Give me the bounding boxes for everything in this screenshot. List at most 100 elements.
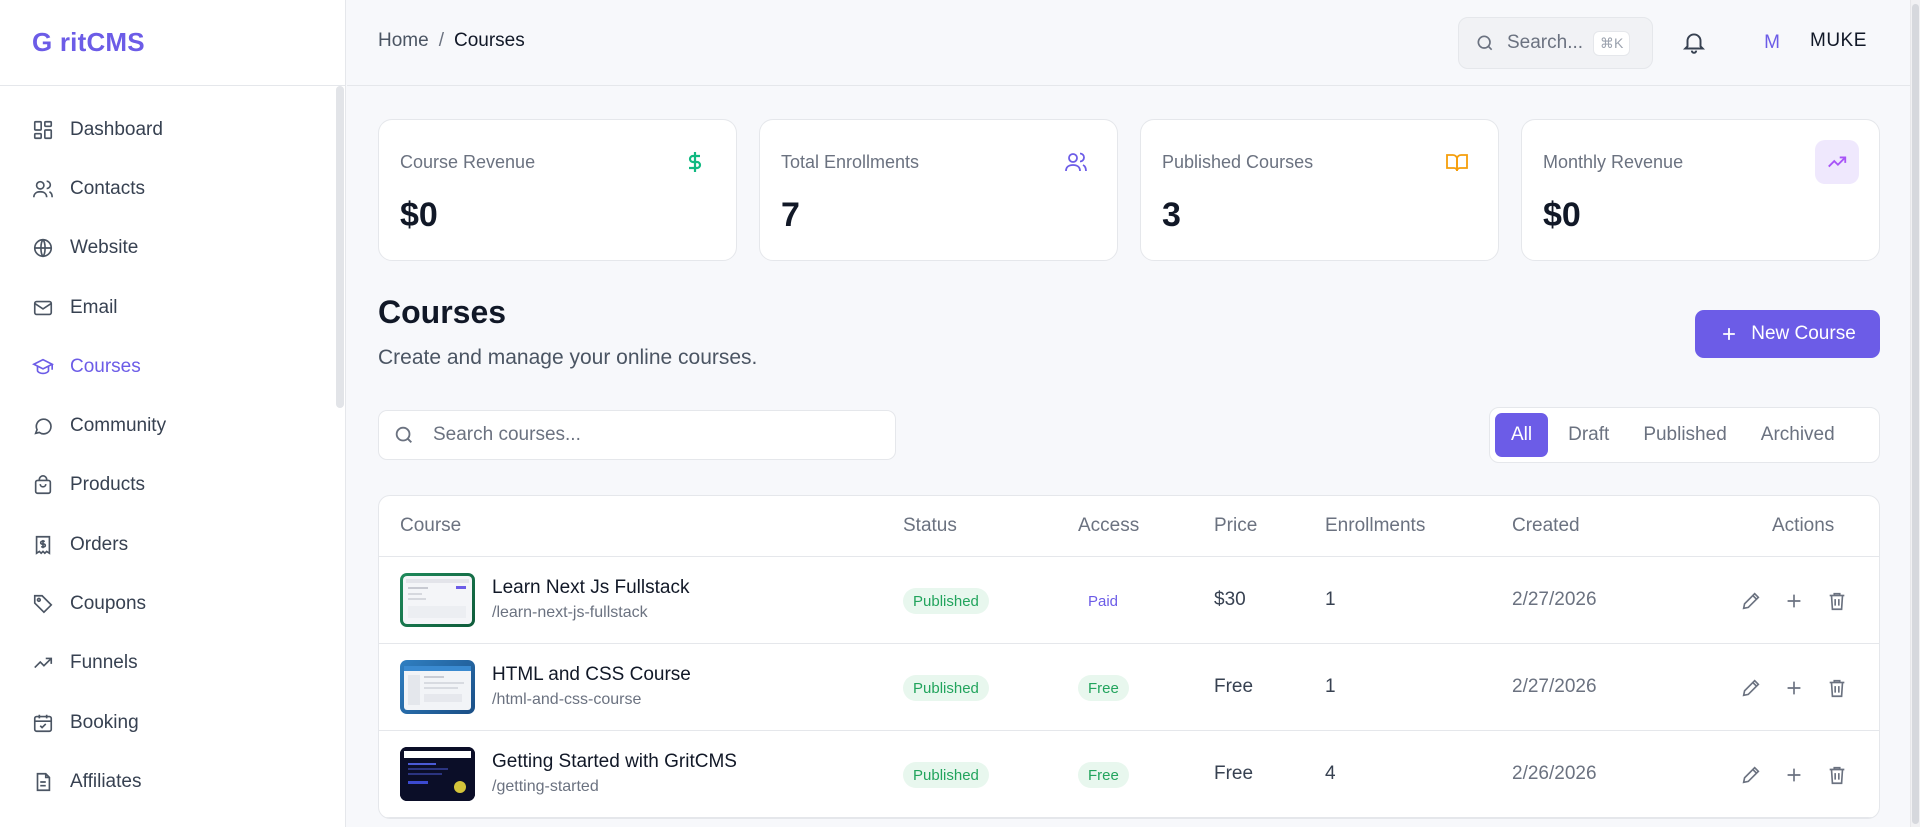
course-name[interactable]: HTML and CSS Course: [492, 664, 691, 686]
page-title: Courses: [378, 294, 507, 330]
users-icon: [1064, 150, 1088, 174]
sidebar-item-label: Community: [70, 415, 167, 437]
sidebar-item-community[interactable]: Community: [0, 396, 345, 455]
sidebar-item-email[interactable]: Email: [0, 278, 345, 337]
table-row[interactable]: Getting Started with GritCMS /getting-st…: [379, 731, 1879, 818]
stat-label: Monthly Revenue: [1543, 152, 1684, 172]
page-scrollbar[interactable]: [1910, 0, 1920, 827]
add-icon[interactable]: [1783, 677, 1805, 699]
course-price: $30: [1214, 589, 1246, 610]
brand-logo[interactable]: G ritCMS: [0, 0, 345, 86]
edit-icon[interactable]: [1740, 764, 1762, 786]
access-badge: Paid: [1078, 588, 1129, 614]
course-thumbnail: [400, 660, 475, 714]
stat-card-course-revenue: Course Revenue $0: [378, 119, 737, 261]
column-status: Status: [903, 515, 957, 536]
sidebar-item-label: Website: [70, 237, 139, 259]
users-icon: [32, 178, 54, 200]
course-search-placeholder: Search courses...: [433, 424, 581, 445]
tab-all[interactable]: All: [1495, 413, 1549, 457]
column-enrollments: Enrollments: [1325, 515, 1426, 536]
notifications-button[interactable]: [1681, 29, 1707, 55]
page-subtitle: Create and manage your online courses.: [378, 346, 758, 369]
document-icon: [32, 771, 54, 793]
sidebar-item-website[interactable]: Website: [0, 219, 345, 278]
course-thumbnail: [400, 747, 475, 801]
status-badge: Published: [903, 588, 989, 614]
search-icon: [1475, 33, 1495, 53]
stat-label: Published Courses: [1162, 152, 1314, 172]
sidebar-item-products[interactable]: Products: [0, 456, 345, 515]
shortcut-badge: ⌘K: [1593, 30, 1631, 56]
course-price: Free: [1214, 676, 1254, 697]
access-badge: Free: [1078, 675, 1129, 701]
course-created: 2/27/2026: [1512, 676, 1597, 697]
dashboard-icon: [32, 119, 54, 141]
sidebar-item-label: Orders: [70, 533, 129, 555]
status-filter-tabs: All Draft Published Archived: [1489, 407, 1880, 463]
stat-card-published-courses: Published Courses 3: [1140, 119, 1499, 261]
trash-icon[interactable]: [1826, 590, 1848, 612]
bell-icon: [1681, 29, 1707, 55]
globe-icon: [32, 237, 54, 259]
breadcrumb-home[interactable]: Home: [378, 30, 429, 52]
page-scrollbar-thumb[interactable]: [1912, 4, 1919, 824]
stat-label: Total Enrollments: [781, 152, 920, 172]
sidebar-scrollbar[interactable]: [336, 86, 344, 408]
course-slug: /getting-started: [492, 778, 599, 795]
table-row[interactable]: Learn Next Js Fullstack /learn-next-js-f…: [379, 557, 1879, 644]
course-search-input[interactable]: Search courses...: [378, 410, 896, 460]
add-icon[interactable]: [1783, 590, 1805, 612]
course-enrollments: 4: [1325, 763, 1336, 784]
search-icon: [393, 424, 415, 446]
sidebar-item-dashboard[interactable]: Dashboard: [0, 100, 345, 159]
trash-icon[interactable]: [1826, 677, 1848, 699]
trash-icon[interactable]: [1826, 764, 1848, 786]
stat-value: $0: [400, 196, 438, 234]
sidebar-item-orders[interactable]: Orders: [0, 515, 345, 574]
course-slug: /html-and-css-course: [492, 691, 642, 708]
edit-icon[interactable]: [1740, 590, 1762, 612]
sidebar-item-contacts[interactable]: Contacts: [0, 159, 345, 218]
new-course-label: New Course: [1751, 323, 1856, 344]
sidebar-item-courses[interactable]: Courses: [0, 337, 345, 396]
table-header: Course Status Access Price Enrollments C…: [379, 496, 1879, 557]
sidebar-item-affiliates[interactable]: Affiliates: [0, 752, 345, 811]
course-enrollments: 1: [1325, 589, 1336, 610]
sidebar-item-coupons[interactable]: Coupons: [0, 574, 345, 633]
new-course-button[interactable]: New Course: [1695, 310, 1880, 358]
add-icon[interactable]: [1783, 764, 1805, 786]
stat-label: Course Revenue: [400, 152, 536, 172]
tab-draft[interactable]: Draft: [1554, 413, 1623, 457]
course-name[interactable]: Learn Next Js Fullstack: [492, 577, 689, 599]
sidebar-item-label: Coupons: [70, 593, 147, 615]
table-row[interactable]: HTML and CSS Course /html-and-css-course…: [379, 644, 1879, 731]
column-access: Access: [1078, 515, 1140, 536]
dollar-icon: [683, 150, 707, 174]
avatar[interactable]: M: [1757, 28, 1787, 58]
status-badge: Published: [903, 762, 989, 788]
sidebar-item-label: Courses: [70, 355, 141, 377]
breadcrumb-separator: /: [438, 30, 444, 51]
course-name[interactable]: Getting Started with GritCMS: [492, 751, 737, 773]
access-badge: Free: [1078, 762, 1129, 788]
tab-archived[interactable]: Archived: [1747, 413, 1849, 457]
stat-value: $0: [1543, 196, 1581, 234]
calendar-icon: [32, 712, 54, 734]
sidebar-item-label: Email: [70, 296, 118, 318]
user-name[interactable]: MUKE: [1810, 30, 1867, 52]
column-actions: Actions: [1772, 515, 1835, 536]
course-enrollments: 1: [1325, 676, 1336, 697]
course-created: 2/26/2026: [1512, 763, 1597, 784]
sidebar-item-label: Affiliates: [70, 770, 142, 792]
edit-icon[interactable]: [1740, 677, 1762, 699]
stat-card-monthly-revenue: Monthly Revenue $0: [1521, 119, 1880, 261]
breadcrumb-current: Courses: [453, 30, 525, 51]
tab-published[interactable]: Published: [1629, 413, 1740, 457]
top-header: Home / Courses Search... ⌘K M MUKE: [347, 0, 1920, 86]
receipt-icon: [32, 534, 54, 556]
sidebar-item-booking[interactable]: Booking: [0, 693, 345, 752]
global-search[interactable]: Search... ⌘K: [1458, 17, 1653, 69]
sidebar-item-funnels[interactable]: Funnels: [0, 634, 345, 693]
sidebar-item-label: Booking: [70, 711, 139, 733]
